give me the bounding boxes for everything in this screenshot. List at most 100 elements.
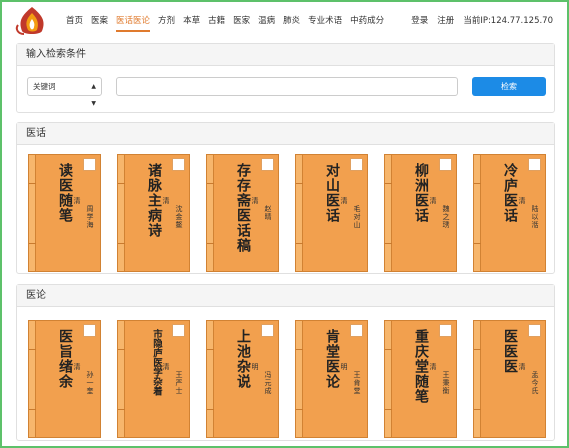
book-author: 王严士 — [175, 371, 183, 395]
book-card[interactable]: 诸脉主病诗 清 沈金鳌 — [117, 154, 190, 272]
book-dynasty: 清 — [73, 197, 81, 204]
logo-badge-icon — [261, 158, 274, 171]
yilun-section: 医论 医旨绪余 清 孙一奎 市隐庐医学杂着 清 王严士 上池杂说 明 冯元成 肯… — [16, 284, 555, 441]
nav-zhongyao-chengfen[interactable]: 中药成分 — [350, 14, 384, 32]
header: 首页 医案 医话医论 方剂 本草 古籍 医家 温病 肺炎 专业术语 中药成分 登… — [2, 2, 567, 38]
yihua-section: 医话 读医随笔 清 周学海 诸脉主病诗 清 沈金鳌 存存斋医话稿 清 赵晴 对山… — [16, 122, 555, 274]
book-author: 毛对山 — [353, 205, 361, 229]
book-dynasty: 清 — [429, 197, 437, 204]
book-author: 沈金鳌 — [175, 205, 183, 229]
book-card[interactable]: 医医医 清 孟今氏 — [473, 320, 546, 438]
book-dynasty: 清 — [162, 197, 170, 204]
book-card[interactable]: 存存斋医话稿 清 赵晴 — [206, 154, 279, 272]
search-input[interactable] — [116, 77, 458, 96]
book-card[interactable]: 肯堂医论 明 王肯堂 — [295, 320, 368, 438]
nav-feiyan[interactable]: 肺炎 — [283, 14, 300, 32]
login-link[interactable]: 登录 — [411, 14, 428, 28]
book-spine — [385, 321, 392, 437]
logo-badge-icon — [528, 324, 541, 337]
book-title: 存存斋医话稿 — [235, 163, 251, 253]
nav-guji[interactable]: 古籍 — [208, 14, 225, 32]
book-author: 周学海 — [86, 205, 94, 229]
book-spine — [207, 321, 214, 437]
logo-badge-icon — [83, 158, 96, 171]
book-spine — [207, 155, 214, 271]
logo-badge-icon — [172, 158, 185, 171]
search-panel: 输入检索条件 关键词 ▲ ▼ 检索 — [16, 43, 555, 113]
book-spine — [118, 321, 125, 437]
nav-yihua-yilun[interactable]: 医话医论 — [116, 14, 151, 32]
book-dynasty: 清 — [518, 363, 526, 370]
chevron-down-icon: ▲ ▼ — [91, 83, 96, 107]
book-spine — [29, 321, 36, 437]
book-spine — [296, 155, 303, 271]
book-card[interactable]: 柳洲医话 清 魏之琇 — [384, 154, 457, 272]
book-dynasty: 明 — [251, 363, 259, 370]
nav-zhuanye-shuyu[interactable]: 专业术语 — [308, 14, 342, 32]
yihua-book-list: 读医随笔 清 周学海 诸脉主病诗 清 沈金鳌 存存斋医话稿 清 赵晴 对山医话 … — [28, 154, 562, 272]
book-dynasty: 清 — [251, 197, 259, 204]
book-title: 冷庐医话 — [502, 163, 518, 223]
book-title: 诸脉主病诗 — [146, 163, 162, 238]
book-dynasty: 清 — [73, 363, 81, 370]
book-author: 孟今氏 — [531, 371, 539, 395]
book-author: 赵晴 — [264, 205, 272, 221]
book-dynasty: 清 — [340, 197, 348, 204]
book-title: 重庆堂随笔 — [413, 329, 429, 404]
nav-wenbing[interactable]: 温病 — [258, 14, 275, 32]
main-nav: 首页 医案 医话医论 方剂 本草 古籍 医家 温病 肺炎 专业术语 中药成分 — [66, 14, 392, 32]
book-title: 对山医话 — [324, 163, 340, 223]
nav-home[interactable]: 首页 — [66, 14, 83, 32]
book-card[interactable]: 对山医话 清 毛对山 — [295, 154, 368, 272]
logo-badge-icon — [172, 324, 185, 337]
yilun-book-list: 医旨绪余 清 孙一奎 市隐庐医学杂着 清 王严士 上池杂说 明 冯元成 肯堂医论… — [28, 320, 562, 438]
nav-bencao[interactable]: 本草 — [183, 14, 200, 32]
book-dynasty: 清 — [429, 363, 437, 370]
book-title: 医医医 — [502, 329, 518, 374]
logo-icon[interactable] — [12, 5, 52, 36]
book-author: 魏之琇 — [442, 205, 450, 229]
book-spine — [474, 155, 481, 271]
book-author: 王肯堂 — [353, 371, 361, 395]
book-title: 读医随笔 — [57, 163, 73, 223]
book-title: 上池杂说 — [235, 329, 251, 389]
header-right: 登录 注册 当前IP:124.77.125.70 — [402, 14, 553, 28]
nav-yijia[interactable]: 医家 — [233, 14, 250, 32]
nav-yian[interactable]: 医案 — [91, 14, 108, 32]
book-dynasty: 清 — [162, 363, 170, 370]
yilun-heading: 医论 — [17, 285, 554, 307]
book-spine — [118, 155, 125, 271]
book-card[interactable]: 读医随笔 清 周学海 — [28, 154, 101, 272]
book-title: 肯堂医论 — [324, 329, 340, 389]
logo-badge-icon — [528, 158, 541, 171]
logo-badge-icon — [439, 324, 452, 337]
book-author: 冯元成 — [264, 371, 272, 395]
book-card[interactable]: 重庆堂随笔 清 王秉衡 — [384, 320, 457, 438]
book-dynasty: 清 — [518, 197, 526, 204]
logo-badge-icon — [439, 158, 452, 171]
logo-badge-icon — [350, 324, 363, 337]
search-panel-heading: 输入检索条件 — [17, 44, 554, 66]
book-spine — [296, 321, 303, 437]
register-link[interactable]: 注册 — [437, 14, 454, 28]
search-field-select[interactable]: 关键词 ▲ ▼ — [27, 77, 102, 107]
book-author: 王秉衡 — [442, 371, 450, 395]
book-card[interactable]: 医旨绪余 清 孙一奎 — [28, 320, 101, 438]
search-button[interactable]: 检索 — [472, 77, 546, 96]
book-author: 孙一奎 — [86, 371, 94, 395]
logo-badge-icon — [261, 324, 274, 337]
nav-fangji[interactable]: 方剂 — [158, 14, 175, 32]
book-spine — [29, 155, 36, 271]
book-card[interactable]: 冷庐医话 清 陆以湉 — [473, 154, 546, 272]
book-author: 陆以湉 — [531, 205, 539, 229]
book-dynasty: 明 — [340, 363, 348, 370]
yihua-heading: 医话 — [17, 123, 554, 145]
book-title: 医旨绪余 — [57, 329, 73, 389]
book-card[interactable]: 上池杂说 明 冯元成 — [206, 320, 279, 438]
ip-text: 当前IP:124.77.125.70 — [463, 16, 553, 26]
book-card[interactable]: 市隐庐医学杂着 清 王严士 — [117, 320, 190, 438]
logo-badge-icon — [83, 324, 96, 337]
book-title: 柳洲医话 — [413, 163, 429, 223]
logo-badge-icon — [350, 158, 363, 171]
book-spine — [474, 321, 481, 437]
